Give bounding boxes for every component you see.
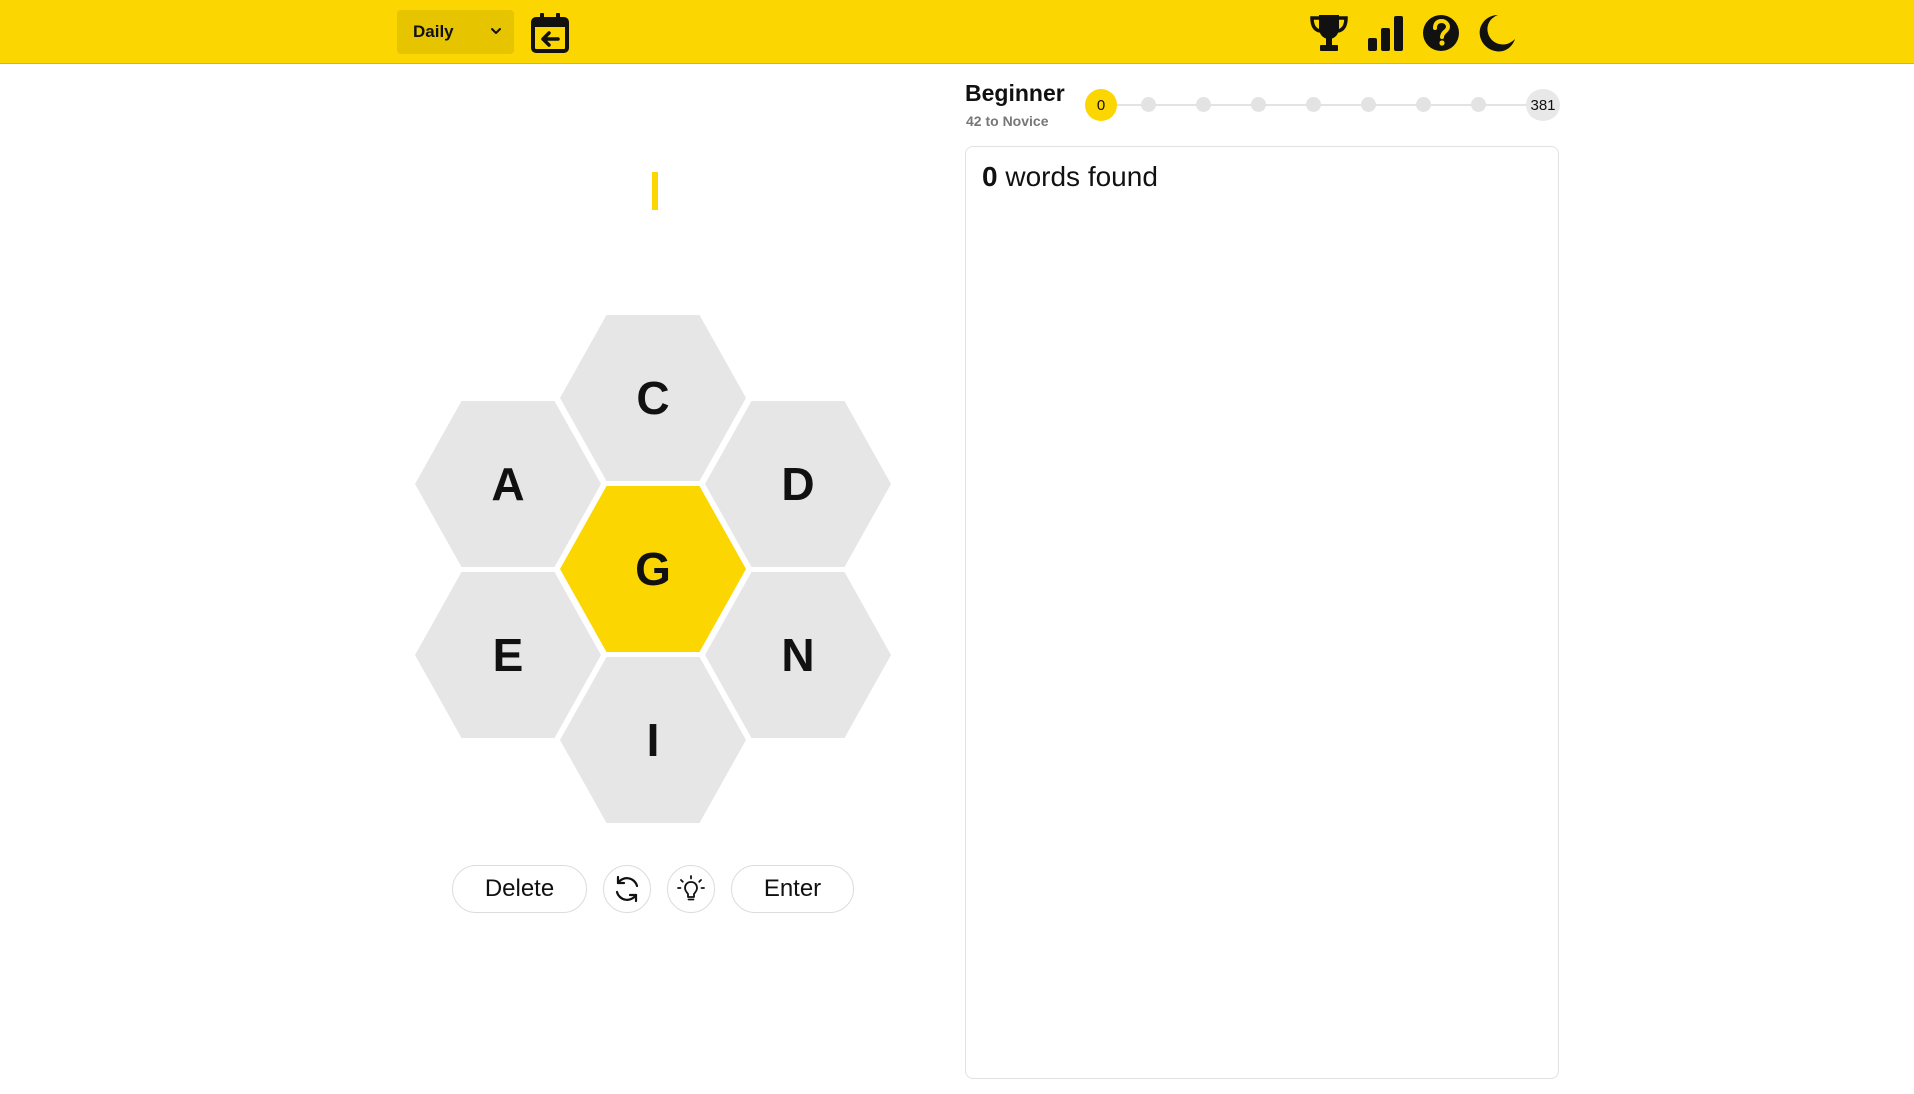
current-score: 0 [1096, 96, 1106, 114]
moon-icon[interactable] [1476, 12, 1518, 54]
rank-name: Beginner [965, 80, 1065, 106]
hive-letter: I [646, 714, 660, 766]
words-found-count: 0 [982, 161, 998, 192]
progress-dot [1416, 97, 1431, 112]
words-found-label: words found [1005, 161, 1158, 192]
help-icon[interactable] [1420, 12, 1462, 54]
max-score-badge: 381 [1526, 89, 1560, 121]
found-words-panel[interactable]: 0 words found [965, 146, 1559, 1079]
mode-select-value: Daily [413, 22, 454, 41]
word-input-caret[interactable] [652, 172, 658, 210]
trophy-icon[interactable] [1308, 12, 1350, 54]
progress-dot [1196, 97, 1211, 112]
letter-hive: C A D G E N I [400, 300, 920, 840]
hint-button[interactable] [667, 865, 715, 913]
progress-dot [1251, 97, 1266, 112]
top-bar: Daily [0, 0, 1914, 64]
shuffle-button[interactable] [603, 865, 651, 913]
stats-icon[interactable] [1365, 12, 1407, 54]
progress-dot [1361, 97, 1376, 112]
shuffle-icon [615, 875, 639, 903]
words-found-summary: 0 words found [982, 161, 1158, 193]
current-score-badge: 0 [1085, 89, 1117, 121]
progress-dot [1141, 97, 1156, 112]
chevron-down-icon [491, 28, 501, 34]
progress-dot [1306, 97, 1321, 112]
mode-select[interactable]: Daily [397, 10, 514, 54]
delete-button[interactable]: Delete [452, 865, 587, 913]
rank-subtitle: 42 to Novice [966, 113, 1049, 129]
max-score: 381 [1530, 96, 1556, 114]
hive-cell-bottom[interactable]: I [560, 657, 746, 823]
enter-button[interactable]: Enter [731, 865, 854, 913]
delete-button-label: Delete [484, 875, 555, 902]
lightbulb-icon [677, 875, 705, 901]
calendar-back-icon[interactable] [530, 12, 570, 54]
enter-button-label: Enter [763, 875, 822, 902]
progress-dot [1471, 97, 1486, 112]
